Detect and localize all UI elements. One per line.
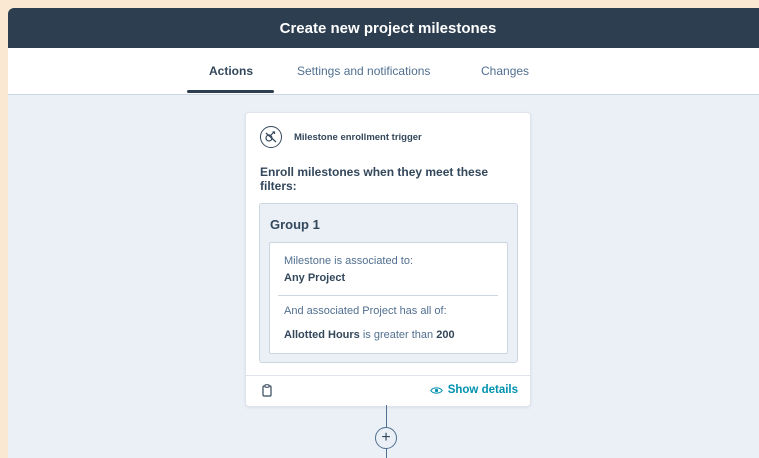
filter-2-label: And associated Project has all of: [284,305,447,317]
window-title-bar: Create new project milestones [8,8,759,48]
tab-settings-and-notifications[interactable]: Settings and notifications [297,48,430,94]
plus-icon: + [381,429,391,446]
filter-2-condition: Allotted Hours is greater than 200 [284,329,455,341]
group-title: Group 1 [270,217,320,232]
eye-icon [429,386,443,394]
unlink-icon [260,126,282,148]
filter-2-property: Allotted Hours [284,329,360,341]
workflow-window: Create new project milestones Actions Se… [8,8,759,458]
workflow-canvas[interactable]: Milestone enrollment trigger Enroll mile… [8,95,759,458]
trigger-title: Milestone enrollment trigger [294,131,422,143]
trigger-header: Milestone enrollment trigger [260,126,422,148]
show-details-link[interactable]: Show details [429,384,518,396]
enrollment-trigger-card[interactable]: Milestone enrollment trigger Enroll mile… [245,112,531,407]
tab-actions[interactable]: Actions [209,48,253,94]
window-title: Create new project milestones [279,19,497,37]
show-details-label: Show details [447,384,518,396]
card-footer: Show details [246,375,530,406]
clipboard-icon[interactable] [262,384,272,402]
active-tab-indicator [187,90,274,93]
filter-1-label: Milestone is associated to: [284,255,414,267]
tab-bar: Actions Settings and notifications Chang… [8,48,759,95]
enroll-description: Enroll milestones when they meet these f… [260,165,489,193]
filter-box[interactable]: Milestone is associated to: Any Project … [269,242,508,354]
filter-group: Group 1 Milestone is associated to: Any … [259,203,518,363]
filter-divider [278,295,498,296]
add-action-button[interactable]: + [375,427,397,449]
tab-changes[interactable]: Changes [481,48,529,94]
filter-2-value: 200 [436,329,455,341]
filter-2-operator: is greater than [359,329,437,341]
filter-1-value: Any Project [284,272,346,284]
